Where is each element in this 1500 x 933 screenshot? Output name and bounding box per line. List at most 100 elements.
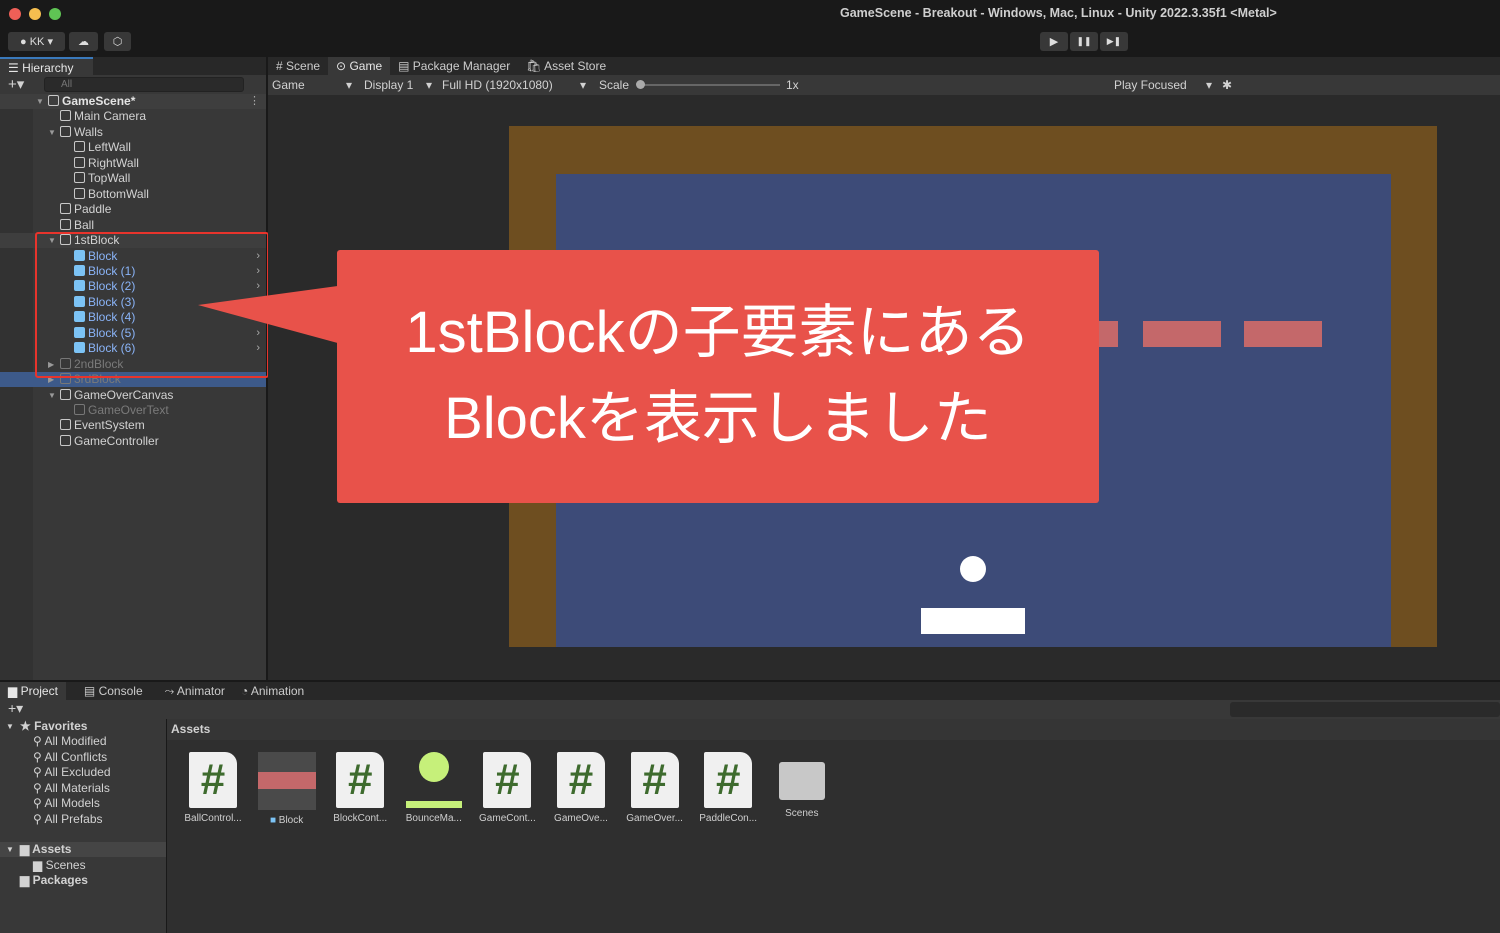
play-button[interactable]: ▶ xyxy=(1040,32,1068,51)
asset-script[interactable]: # PaddleCon... xyxy=(692,752,764,824)
scale-slider[interactable] xyxy=(636,80,780,89)
tab-asset-store[interactable]: 🛍 Asset Store xyxy=(518,57,614,75)
favorite-item[interactable]: ⚲ All Models xyxy=(0,796,166,811)
item-label: Walls xyxy=(74,124,103,139)
block xyxy=(1244,321,1322,347)
add-icon[interactable]: +▾ xyxy=(8,700,23,717)
hierarchy-item[interactable]: GameOverText xyxy=(0,403,266,418)
account-dropdown[interactable]: ● KK ▾ xyxy=(8,32,65,51)
packages-folder-row[interactable]: ▆ Packages xyxy=(0,873,166,888)
project-search-input[interactable] xyxy=(1230,702,1500,717)
favorites-row[interactable]: ▼ ★ Favorites xyxy=(0,719,166,734)
gameobject-icon xyxy=(60,388,71,400)
asset-name: BounceMa... xyxy=(405,813,462,824)
tab-label: Hierarchy xyxy=(22,61,74,75)
hierarchy-item[interactable]: ▼ GameOverCanvas xyxy=(0,388,266,403)
gameobject-icon xyxy=(74,187,85,199)
item-label: GameController xyxy=(74,433,159,448)
favorite-item[interactable]: ⚲ All Conflicts xyxy=(0,750,166,765)
resolution-dropdown[interactable]: Full HD (1920x1080) ▾ xyxy=(442,75,586,95)
scene-row[interactable]: ▼ GameScene* ⋮ xyxy=(0,94,266,110)
scale-slider-handle[interactable] xyxy=(636,80,645,89)
gameobject-icon xyxy=(74,404,85,415)
callout-line-1: 1stBlockの子要素にある xyxy=(405,300,1031,365)
favorite-item[interactable]: ⚲ All Excluded xyxy=(0,765,166,780)
asset-folder[interactable]: Scenes xyxy=(766,752,838,819)
asset-physics-material[interactable]: BounceMa... xyxy=(398,752,470,824)
close-window-button[interactable] xyxy=(9,8,21,20)
scale-label: Scale xyxy=(599,78,630,92)
item-label: EventSystem xyxy=(74,418,145,433)
asset-script[interactable]: # BallControl... xyxy=(177,752,249,824)
display-dropdown[interactable]: Display 1 ▾ xyxy=(364,75,432,95)
gameobject-icon xyxy=(60,419,71,431)
title-bar: GameScene - Breakout - Windows, Mac, Lin… xyxy=(0,0,1500,56)
search-icon: ⚲ xyxy=(33,749,42,764)
expand-arrow-icon[interactable]: ▼ xyxy=(48,125,56,140)
hierarchy-item[interactable]: GameController xyxy=(0,434,266,449)
asset-script[interactable]: # GameCont... xyxy=(471,752,543,824)
expand-arrow-icon[interactable]: ▼ xyxy=(48,388,56,403)
scenes-folder-row[interactable]: ▆ Scenes xyxy=(0,858,166,873)
scale-value: 1x xyxy=(786,78,799,92)
maximize-window-button[interactable] xyxy=(49,8,61,20)
item-label: GameOverText xyxy=(88,403,169,417)
hierarchy-item[interactable]: Paddle xyxy=(0,202,266,217)
tab-console[interactable]: ▤ Console xyxy=(76,682,151,700)
tab-animation[interactable]: ◔ Animation xyxy=(233,682,312,700)
tab-project[interactable]: ▆ Project xyxy=(0,682,66,700)
favorite-item[interactable]: ⚲ All Modified xyxy=(0,734,166,749)
step-button[interactable]: ▶❚ xyxy=(1100,32,1128,51)
hierarchy-item[interactable]: LeftWall xyxy=(0,140,266,155)
asset-name: BlockCont... xyxy=(333,813,388,824)
pause-button[interactable]: ❚❚ xyxy=(1070,32,1098,51)
tab-scene[interactable]: # Scene xyxy=(268,57,328,75)
item-label: Ball xyxy=(74,217,95,232)
tab-animator[interactable]: ⤳ Animator xyxy=(157,682,233,700)
hierarchy-item[interactable]: BottomWall xyxy=(0,187,266,202)
asset-script[interactable]: # GameOve... xyxy=(545,752,617,824)
gameobject-icon xyxy=(74,141,85,153)
csharp-script-icon: # xyxy=(189,752,237,808)
item-label: Paddle xyxy=(74,202,112,217)
asset-name: Block xyxy=(278,815,304,826)
callout-annotation: 1stBlockの子要素にある Blockを表示しました xyxy=(337,250,1099,503)
unity-scene-icon xyxy=(48,95,59,106)
tab-label: Project xyxy=(20,684,58,698)
favorite-item[interactable]: ⚲ All Materials xyxy=(0,781,166,796)
favorite-item[interactable]: ⚲ All Prefabs xyxy=(0,812,166,827)
tab-game[interactable]: ⊙ Game xyxy=(328,57,391,75)
scene-name: GameScene* xyxy=(62,94,136,108)
asset-script[interactable]: # GameOver... xyxy=(619,752,691,824)
project-toolbar: +▾ xyxy=(0,700,1500,719)
hierarchy-item[interactable]: TopWall xyxy=(0,171,266,186)
tab-hierarchy[interactable]: ☰ Hierarchy xyxy=(0,57,93,75)
bug-icon[interactable]: ✱ xyxy=(1222,75,1232,95)
hierarchy-search-input[interactable] xyxy=(44,77,244,92)
hierarchy-item[interactable]: EventSystem xyxy=(0,418,266,433)
bottom-tabbar: ▆ Project ▤ Console ⤳ Animator ◔ Animati… xyxy=(0,682,1500,700)
cloud-button[interactable]: ☁ xyxy=(69,32,98,51)
hierarchy-item[interactable]: RightWall xyxy=(0,156,266,171)
item-label: Main Camera xyxy=(74,109,147,124)
tab-label: Animator xyxy=(176,684,225,698)
hierarchy-item[interactable]: Main Camera xyxy=(0,109,266,124)
search-icon: ⚲ xyxy=(33,765,42,780)
gameobject-icon xyxy=(60,434,71,446)
game-mode-dropdown[interactable]: Game ▾ xyxy=(272,75,352,95)
asset-name: GameCont... xyxy=(479,813,536,824)
play-focus-dropdown[interactable]: Play Focused ▾ xyxy=(1114,75,1212,95)
asset-name: PaddleCon... xyxy=(699,813,758,824)
services-button[interactable]: ⬡ xyxy=(104,32,131,51)
callout-tail xyxy=(198,285,345,345)
asset-script[interactable]: # BlockCont... xyxy=(324,752,396,824)
minimize-window-button[interactable] xyxy=(29,8,41,20)
add-icon[interactable]: +▾ xyxy=(8,75,24,93)
assets-folder-row[interactable]: ▼ ▆ Assets xyxy=(0,842,166,858)
tab-package-manager[interactable]: ▤ Package Manager xyxy=(390,57,518,75)
asset-prefab[interactable]: ■ Block xyxy=(251,752,323,826)
hierarchy-item[interactable]: Ball xyxy=(0,218,266,233)
hierarchy-item[interactable]: ▼ Walls xyxy=(0,125,266,140)
search-icon: ⚲ xyxy=(33,780,42,795)
gameobject-icon xyxy=(60,218,71,230)
